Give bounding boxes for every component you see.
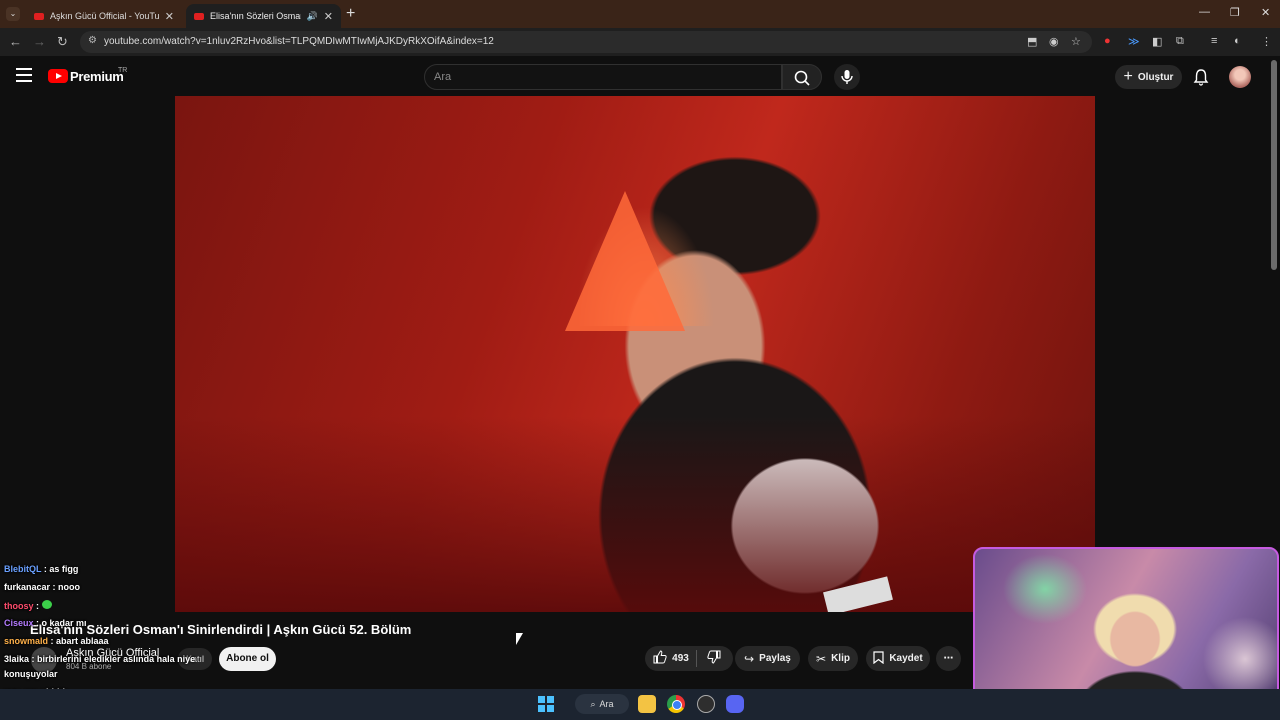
close-tab-icon[interactable]: ✕ [324,10,333,23]
chat-message: Ciseux : o kadar mı [4,618,87,628]
extension-icon[interactable]: ◧ [1152,35,1162,48]
like-button[interactable]: 493 [646,650,696,667]
taskbar-search[interactable]: ⌕ Ara [575,694,629,714]
create-label: Oluştur [1137,71,1174,83]
microphone-icon [841,70,853,84]
chrome-icon[interactable] [667,695,685,713]
file-explorer-icon[interactable] [638,695,656,713]
browser-tab-active[interactable]: Elisa'nın Sözleri Osman'ı Sin 🔊 ✕ [186,4,341,28]
profile-icon[interactable]: ◐ [1234,35,1241,47]
back-icon[interactable]: ← [9,34,22,49]
create-button[interactable]: + Oluştur [1115,65,1182,89]
bookmark-star-icon[interactable]: ☆ [1071,35,1081,48]
search-icon: ⌕ [590,698,596,709]
chat-message: furkanacar : nooo [4,582,81,592]
search-input[interactable] [434,64,774,90]
video-title: Elisa'nın Sözleri Osman'ı Sinirlendirdi … [30,622,412,637]
green-emote-icon [41,600,52,609]
forward-icon[interactable]: → [33,34,46,49]
url-text[interactable]: youtube.com/watch?v=1nluv2RzHvo&list=TLP… [104,36,494,47]
notifications-bell-icon[interactable] [1193,68,1209,86]
bookmark-icon [873,650,884,667]
chat-message: thoosy : [4,600,52,611]
extension-blue-icon[interactable]: ≫ [1128,35,1140,48]
discord-icon[interactable] [726,695,744,713]
reload-icon[interactable]: ↻ [57,34,68,50]
obs-icon[interactable] [697,695,715,713]
clip-label: Klip [831,653,850,664]
extensions-puzzle-icon[interactable]: ⧉ [1176,35,1184,48]
tab-title: Aşkın Gücü Official - YouTube [50,11,159,21]
youtube-favicon-icon [34,12,44,20]
scissors-icon: ✂ [816,651,827,666]
video-player[interactable] [175,96,1095,612]
close-tab-icon[interactable]: ✕ [165,10,174,23]
chat-message: 3laika : birbirlerini eledikler aslında … [4,654,196,664]
install-icon[interactable]: ⬒ [1027,35,1037,48]
speaker-icon[interactable]: 🔊 [307,11,318,22]
windows-start-icon[interactable] [538,696,554,712]
browser-tab[interactable]: Aşkın Gücü Official - YouTube ✕ [26,4,182,28]
plus-icon: + [1123,68,1133,85]
search-button[interactable] [782,64,822,90]
hamburger-menu-icon[interactable] [16,68,32,82]
subscribe-button[interactable]: Abone ol [219,647,276,671]
taskbar-search-label: Ara [599,699,614,709]
tab-search-icon[interactable]: ⌄ [6,7,20,21]
maximize-icon[interactable]: ❐ [1230,6,1240,19]
like-dislike-group: 493 [645,646,733,671]
close-window-icon[interactable]: ✕ [1261,6,1270,19]
page-scrollbar[interactable] [1271,60,1277,270]
chat-message: konuşuyolar [4,669,58,679]
share-button[interactable]: ↪ Paylaş [735,646,800,671]
more-actions-button[interactable]: ⋯ [936,646,961,671]
youtube-logo-icon[interactable] [48,69,68,83]
chat-message: BlebitQL : as figg [4,564,79,574]
save-label: Kaydet [889,653,923,664]
thumbs-down-icon [707,650,721,667]
dislike-button[interactable] [696,650,732,667]
like-count: 493 [672,653,689,664]
logo-text[interactable]: Premium [70,69,124,84]
reading-list-icon[interactable]: ≡ [1211,35,1217,47]
save-button[interactable]: Kaydet [866,646,930,671]
tab-title: Elisa'nın Sözleri Osman'ı Sin [210,11,301,21]
browser-menu-icon[interactable]: ⋮ [1261,35,1272,48]
video-frame-lamp [565,191,685,331]
search-icon [794,70,810,86]
extension-red-icon[interactable]: ● [1104,35,1111,47]
country-code: TR [118,67,128,74]
share-label: Paylaş [759,653,791,664]
minimize-icon[interactable]: — [1199,6,1210,18]
like-divider [696,650,697,667]
chat-message: snowmald : abart ablaaa [4,636,109,646]
eye-off-icon[interactable]: ◉ [1049,35,1059,48]
mouse-cursor-icon [516,633,523,645]
video-frame-sofa [175,416,1095,612]
user-avatar[interactable] [1229,66,1251,88]
thumbs-up-icon [653,650,667,667]
clip-button[interactable]: ✂ Klip [808,646,858,671]
voice-search-button[interactable] [834,64,860,90]
new-tab-icon[interactable]: + [346,5,355,23]
site-info-icon[interactable]: ⚙ [88,35,97,46]
share-icon: ↪ [744,651,755,666]
youtube-favicon-icon [194,12,204,20]
